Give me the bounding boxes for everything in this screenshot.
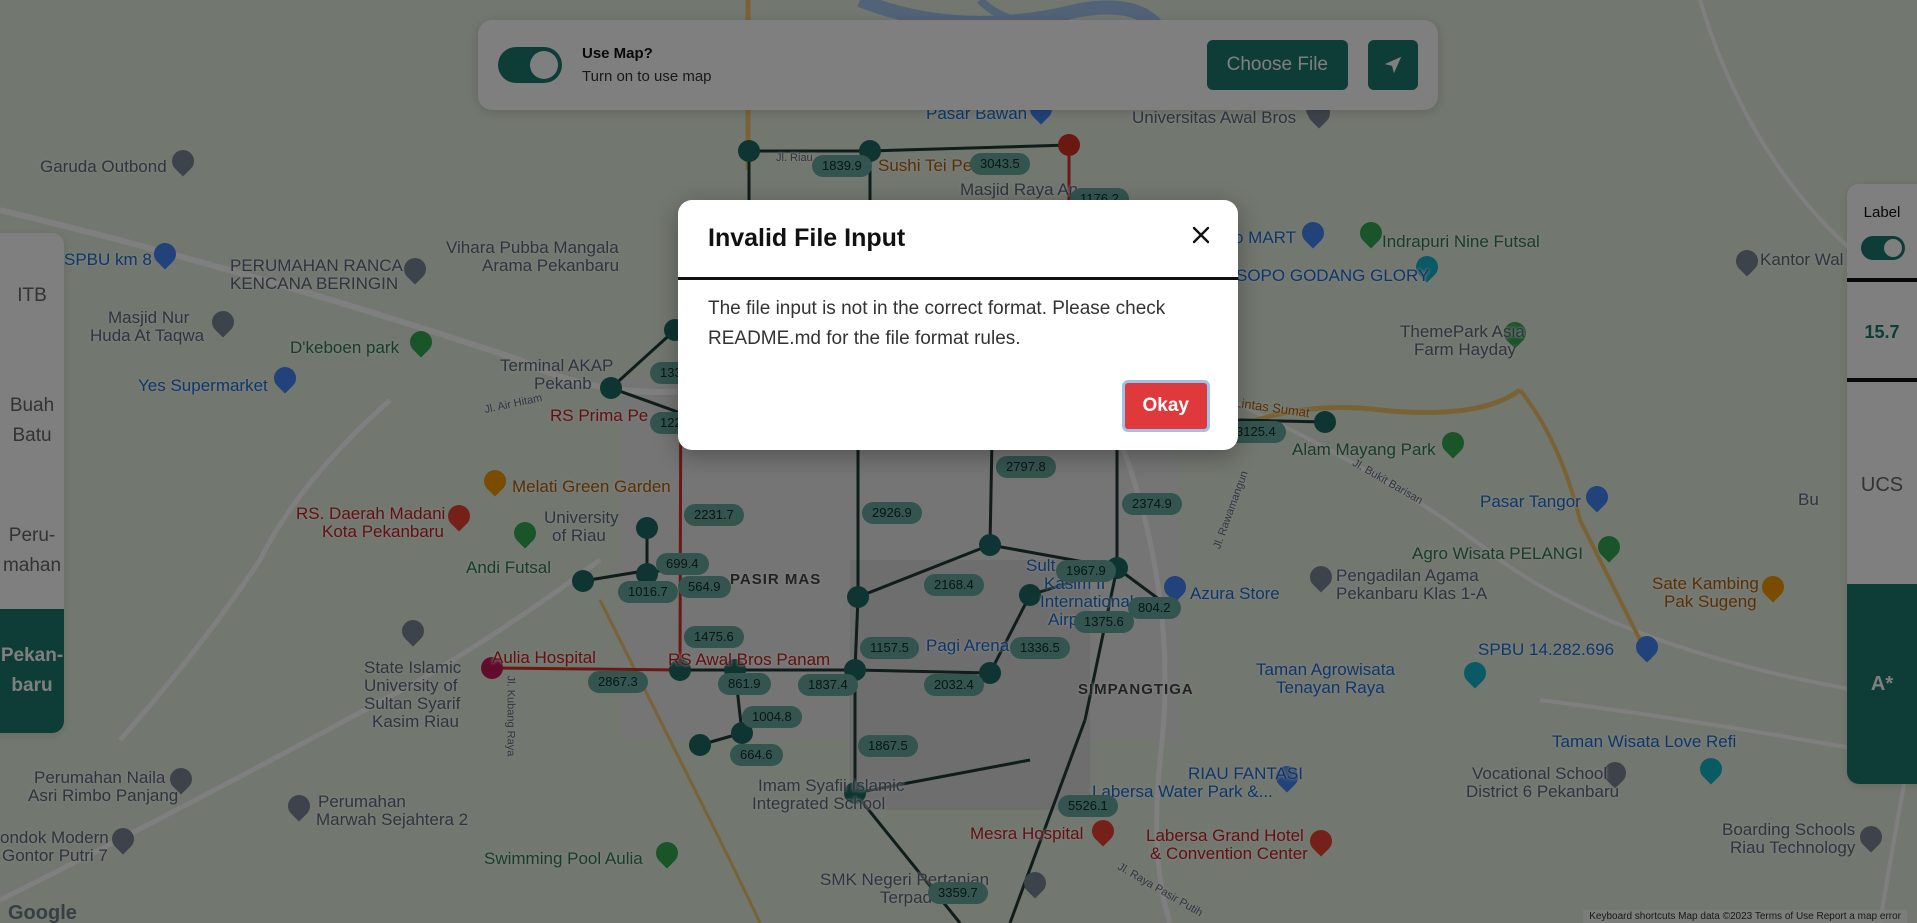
- modal-backdrop[interactable]: [0, 0, 1917, 923]
- okay-button[interactable]: Okay: [1121, 380, 1210, 432]
- dialog-title: Invalid File Input: [708, 224, 906, 252]
- close-icon: [1192, 226, 1210, 244]
- dialog-header: Invalid File Input: [678, 200, 1238, 280]
- error-dialog: Invalid File Input The file input is not…: [678, 200, 1238, 450]
- dialog-message: The file input is not in the correct for…: [708, 298, 1166, 349]
- close-button[interactable]: [1186, 220, 1216, 250]
